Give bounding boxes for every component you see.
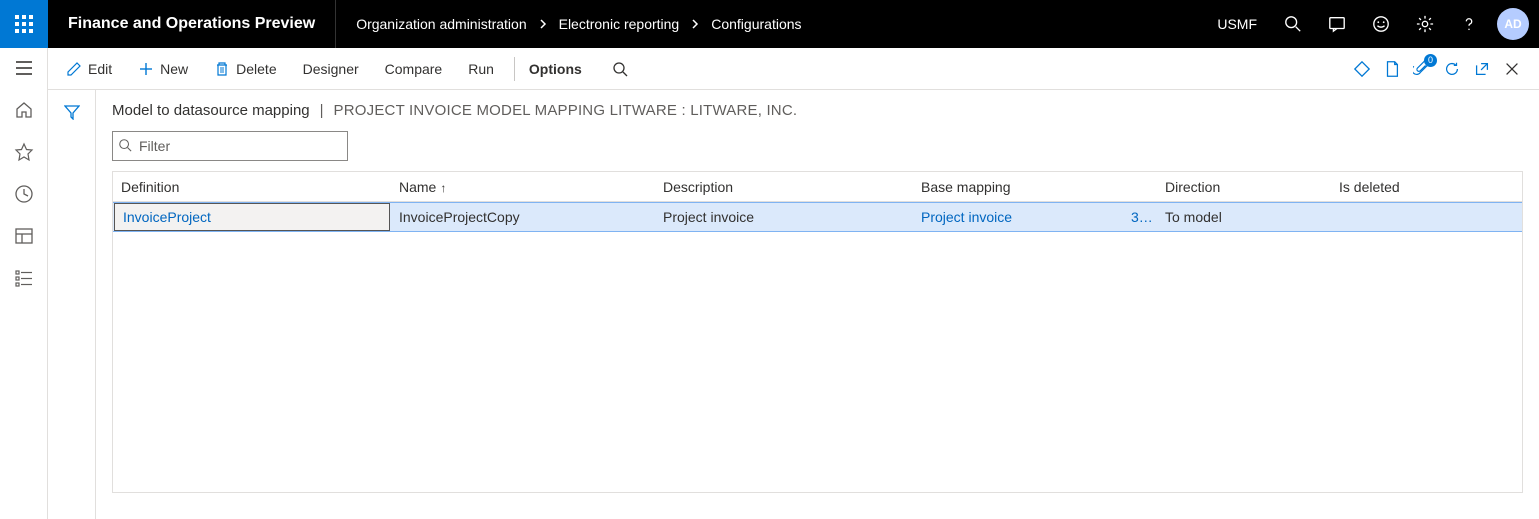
designer-label: Designer	[303, 61, 359, 77]
col-direction[interactable]: Direction	[1153, 179, 1331, 195]
personalize-button[interactable]	[1353, 60, 1371, 78]
delete-label: Delete	[236, 61, 276, 77]
attachments-badge: 0	[1424, 54, 1437, 67]
help-button[interactable]	[1447, 0, 1491, 48]
search-icon	[1284, 15, 1302, 33]
definition-cell-input[interactable]: InvoiceProject	[114, 203, 390, 231]
chat-icon	[1328, 15, 1346, 33]
grid-empty-area	[113, 232, 1522, 492]
col-name-label: Name	[399, 179, 436, 195]
popout-button[interactable]	[1473, 60, 1491, 78]
grid-row[interactable]: InvoiceProject InvoiceProjectCopy Projec…	[113, 202, 1522, 232]
trash-icon	[214, 61, 230, 77]
page: Model to datasource mapping | PROJECT IN…	[96, 90, 1539, 519]
page-title: Model to datasource mapping	[112, 102, 310, 119]
edit-icon	[66, 61, 82, 77]
edit-label: Edit	[88, 61, 112, 77]
diamond-icon	[1353, 60, 1371, 78]
grid-header: Definition Name ↑ Description Base mappin…	[113, 172, 1522, 202]
cell-direction[interactable]: To model	[1153, 209, 1331, 225]
close-button[interactable]	[1503, 60, 1521, 78]
close-icon	[1503, 60, 1521, 78]
grid: Definition Name ↑ Description Base mappin…	[112, 171, 1523, 493]
options-label: Options	[529, 61, 582, 77]
funnel-icon	[64, 104, 80, 120]
run-label: Run	[468, 61, 494, 77]
smile-icon	[1372, 15, 1390, 33]
filter-pane-toggle[interactable]	[48, 90, 96, 519]
messages-button[interactable]	[1315, 0, 1359, 48]
search-button[interactable]	[1271, 0, 1315, 48]
company-picker[interactable]: USMF	[1203, 16, 1271, 32]
attachments-button[interactable]: 0	[1413, 60, 1431, 78]
topbar-right: USMF AD	[1203, 0, 1539, 48]
page-header: Model to datasource mapping | PROJECT IN…	[112, 102, 1523, 119]
hamburger-icon[interactable]	[14, 58, 34, 78]
cell-base-mapping-count[interactable]: 31	[1123, 209, 1153, 225]
user-avatar[interactable]: AD	[1497, 8, 1529, 40]
col-base-mapping[interactable]: Base mapping	[913, 179, 1123, 195]
recent-icon[interactable]	[14, 184, 34, 204]
gear-icon	[1416, 15, 1434, 33]
app-title: Finance and Operations Preview	[48, 0, 336, 48]
new-label: New	[160, 61, 188, 77]
breadcrumb-item[interactable]: Organization administration	[356, 16, 526, 32]
col-description[interactable]: Description	[655, 179, 913, 195]
refresh-button[interactable]	[1443, 60, 1461, 78]
sort-ascending-icon: ↑	[440, 181, 446, 195]
page-title-separator: |	[320, 102, 324, 119]
shell: Edit New Delete Designer Compare Run Opt…	[0, 48, 1539, 519]
grid-filter	[112, 131, 348, 161]
page-options-button[interactable]	[1383, 60, 1401, 78]
main: Edit New Delete Designer Compare Run Opt…	[48, 48, 1539, 519]
cell-definition: InvoiceProject	[113, 203, 391, 231]
waffle-icon	[14, 14, 34, 34]
settings-button[interactable]	[1403, 0, 1447, 48]
feedback-button[interactable]	[1359, 0, 1403, 48]
content-row: Model to datasource mapping | PROJECT IN…	[48, 90, 1539, 519]
breadcrumb: Organization administration Electronic r…	[336, 16, 821, 32]
chevron-right-icon	[689, 18, 701, 30]
modules-icon[interactable]	[14, 268, 34, 288]
app-launcher-button[interactable]	[0, 0, 48, 48]
new-button[interactable]: New	[128, 57, 198, 81]
options-button[interactable]: Options	[514, 57, 592, 81]
actionbar-right: 0	[1353, 60, 1531, 78]
col-definition[interactable]: Definition	[113, 179, 391, 195]
delete-button[interactable]: Delete	[204, 57, 286, 81]
home-icon[interactable]	[14, 100, 34, 120]
grid-filter-input[interactable]	[112, 131, 348, 161]
edit-button[interactable]: Edit	[56, 57, 122, 81]
star-icon[interactable]	[14, 142, 34, 162]
chevron-right-icon	[537, 18, 549, 30]
question-icon	[1460, 15, 1478, 33]
run-button[interactable]: Run	[458, 57, 504, 81]
page-context: PROJECT INVOICE MODEL MAPPING LITWARE : …	[334, 102, 798, 119]
topbar: Finance and Operations Preview Organizat…	[0, 0, 1539, 48]
action-search-button[interactable]	[604, 57, 636, 81]
cell-name[interactable]: InvoiceProjectCopy	[391, 209, 655, 225]
cell-description[interactable]: Project invoice	[655, 209, 913, 225]
breadcrumb-item[interactable]: Electronic reporting	[559, 16, 680, 32]
cell-base-mapping[interactable]: Project invoice	[913, 209, 1123, 225]
designer-button[interactable]: Designer	[293, 57, 369, 81]
left-nav-rail	[0, 48, 48, 519]
refresh-icon	[1443, 60, 1461, 78]
breadcrumb-item[interactable]: Configurations	[711, 16, 801, 32]
plus-icon	[138, 61, 154, 77]
compare-button[interactable]: Compare	[375, 57, 453, 81]
workspaces-icon[interactable]	[14, 226, 34, 246]
col-is-deleted[interactable]: Is deleted	[1331, 179, 1441, 195]
col-name[interactable]: Name ↑	[391, 179, 655, 195]
compare-label: Compare	[385, 61, 443, 77]
action-bar: Edit New Delete Designer Compare Run Opt…	[48, 48, 1539, 90]
popout-icon	[1473, 60, 1491, 78]
search-icon	[612, 61, 628, 77]
search-icon	[118, 138, 132, 152]
page-icon	[1383, 60, 1401, 78]
